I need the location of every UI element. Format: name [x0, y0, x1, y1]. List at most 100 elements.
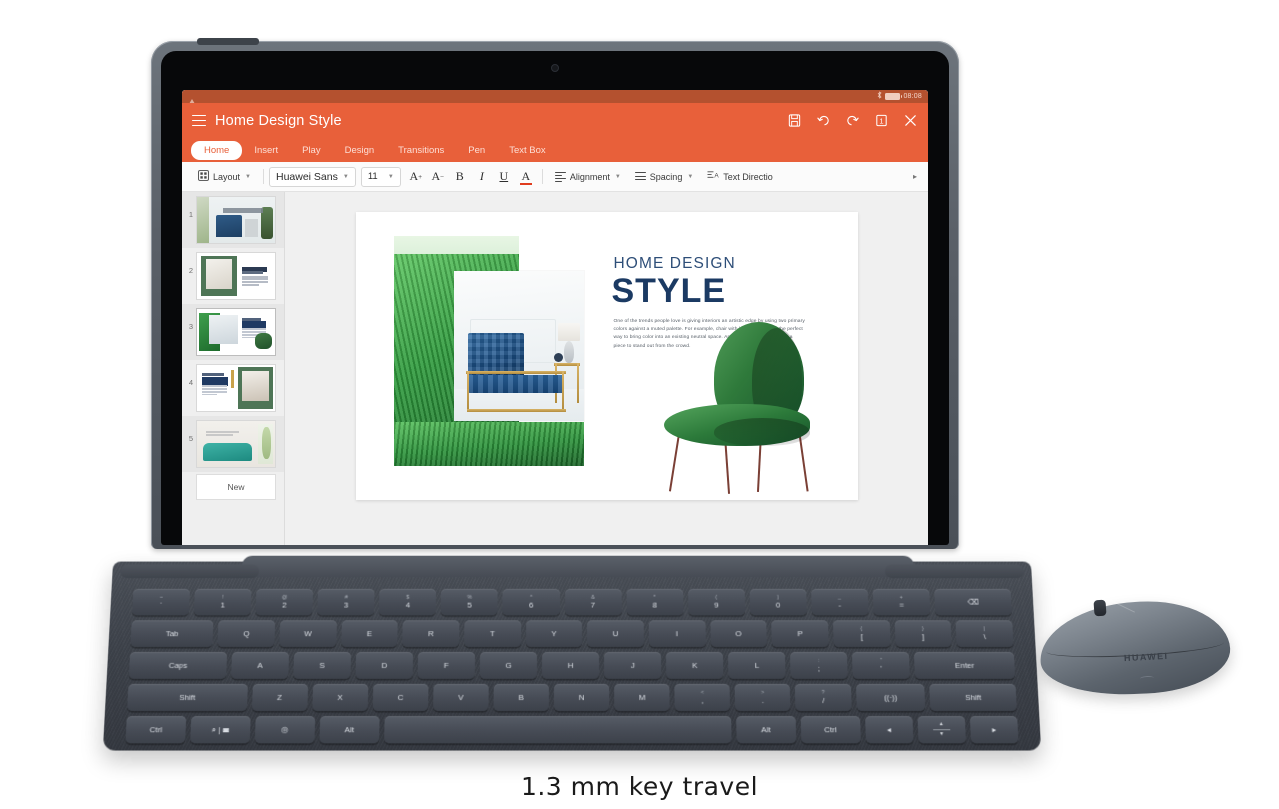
bold-button[interactable]: B: [449, 166, 471, 188]
new-slide-button[interactable]: New: [196, 474, 276, 500]
key-shift[interactable]: Shift: [127, 683, 248, 712]
undo-icon[interactable]: [816, 113, 831, 128]
key-alt[interactable]: Alt: [319, 716, 380, 744]
key-h[interactable]: H: [542, 652, 600, 679]
font-size-select[interactable]: 11 ▼: [360, 166, 401, 187]
text-direction-button[interactable]: A Text Directio: [700, 166, 780, 188]
page-number-icon[interactable]: 1: [874, 113, 889, 128]
tab-pen[interactable]: Pen: [456, 143, 497, 158]
key-o[interactable]: O: [710, 620, 768, 648]
key-space[interactable]: [383, 716, 732, 744]
list-item[interactable]: 4: [182, 360, 284, 416]
key-u[interactable]: U: [587, 620, 644, 648]
key-p[interactable]: P: [771, 620, 829, 648]
spacing-button[interactable]: Spacing ▼: [628, 166, 700, 188]
mouse-scroll-wheel[interactable]: [1093, 599, 1107, 617]
key-ctrl[interactable]: Ctrl: [125, 716, 187, 744]
key-4[interactable]: $4: [379, 588, 437, 616]
toolbar-overflow-button[interactable]: ▸: [913, 172, 919, 181]
key-g[interactable]: G: [479, 652, 538, 679]
key-n[interactable]: N: [553, 683, 610, 712]
tab-transitions[interactable]: Transitions: [386, 143, 456, 158]
key-space[interactable]: ◎: [254, 716, 315, 744]
slide-canvas-area[interactable]: HOME DESIGN STYLE One of the trends peop…: [285, 192, 928, 545]
key-8[interactable]: * 8: [626, 588, 684, 616]
key-3[interactable]: #3: [317, 588, 375, 616]
key-space[interactable]: {[: [832, 620, 891, 648]
list-item[interactable]: 2: [182, 248, 284, 304]
key-e[interactable]: E: [340, 620, 398, 648]
close-icon[interactable]: [903, 113, 918, 128]
alignment-button[interactable]: Alignment ▼: [548, 166, 628, 188]
tab-play[interactable]: Play: [290, 143, 332, 158]
hamburger-menu-icon[interactable]: [192, 114, 206, 127]
key-space[interactable]: ~ `: [132, 588, 191, 616]
key-7[interactable]: & 7: [564, 588, 622, 616]
key-w[interactable]: W: [279, 620, 337, 648]
key-space[interactable]: <,: [674, 683, 731, 712]
key-enter[interactable]: Enter: [914, 652, 1016, 679]
slide-thumbnail-5[interactable]: [196, 420, 276, 468]
font-family-select[interactable]: Huawei Sans ▼: [268, 166, 356, 187]
key-space[interactable]: _ -: [810, 588, 869, 616]
key-space[interactable]: " ': [852, 652, 911, 679]
key-1[interactable]: ! 1: [193, 588, 252, 616]
key-a[interactable]: A: [230, 652, 290, 679]
key-caps[interactable]: Caps: [128, 652, 228, 679]
key-space[interactable]: ◂: [864, 716, 914, 744]
key-space[interactable]: ? /: [795, 683, 852, 712]
tab-insert[interactable]: Insert: [242, 143, 290, 158]
key-space[interactable]: }]: [894, 620, 952, 648]
key-r[interactable]: R: [402, 620, 460, 648]
key-l[interactable]: L: [728, 652, 786, 679]
increase-font-size-button[interactable]: A +: [405, 166, 427, 188]
wireless-mouse[interactable]: HUAWEI: [1037, 592, 1233, 710]
key-b[interactable]: B: [493, 683, 549, 712]
slide-thumbnail-2[interactable]: [196, 252, 276, 300]
tab-design[interactable]: Design: [333, 143, 387, 158]
key-f[interactable]: F: [417, 652, 476, 679]
key-q[interactable]: Q: [217, 620, 276, 648]
underline-button[interactable]: U: [493, 166, 515, 188]
key-space[interactable]: ⌕ | ⌨: [190, 716, 251, 744]
active-slide[interactable]: HOME DESIGN STYLE One of the trends peop…: [355, 212, 858, 500]
key-m[interactable]: M: [614, 683, 670, 712]
key-s[interactable]: S: [293, 652, 352, 679]
layout-button[interactable]: Layout ▼: [191, 166, 258, 188]
tab-home[interactable]: Home: [191, 140, 243, 160]
slide-thumbnail-1[interactable]: [196, 196, 276, 244]
key-alt[interactable]: Alt: [735, 716, 796, 744]
key-space[interactable]: :;: [790, 652, 849, 679]
key-5[interactable]: % 5: [440, 588, 499, 616]
key-space[interactable]: ⌫: [934, 588, 1013, 616]
key-x[interactable]: X: [311, 683, 369, 712]
key-j[interactable]: J: [604, 652, 662, 679]
key-space[interactable]: ((·)): [855, 683, 926, 712]
key-space[interactable]: + =: [872, 588, 931, 616]
key-k[interactable]: K: [666, 652, 724, 679]
key-tab[interactable]: Tab: [130, 620, 214, 648]
key-ctrl[interactable]: Ctrl: [800, 716, 861, 744]
key-z[interactable]: Z: [251, 683, 308, 712]
list-item[interactable]: 3: [182, 304, 284, 360]
italic-button[interactable]: I: [471, 166, 493, 188]
key-c[interactable]: C: [372, 683, 429, 712]
keyboard-cover[interactable]: ~ `! 1 @2 #3 $4% 5 ^ 6 & 7 * 8(9) 0 _ - + = ⌫ Tab Q W E R T Y U I O P…: [102, 555, 1042, 751]
key-t[interactable]: T: [463, 620, 521, 648]
slide-thumbnail-panel[interactable]: 1 2 3 4 5 New: [182, 192, 285, 545]
key-v[interactable]: V: [432, 683, 489, 712]
key-y[interactable]: Y: [525, 620, 583, 648]
decrease-font-size-button[interactable]: A −: [427, 166, 449, 188]
tablet-power-button[interactable]: [197, 38, 259, 45]
key-space[interactable]: >.: [734, 683, 791, 712]
slide-thumbnail-4[interactable]: [196, 364, 276, 412]
key-6[interactable]: ^ 6: [502, 588, 560, 616]
tab-text-box[interactable]: Text Box: [497, 143, 557, 158]
key-updown[interactable]: ▴ ▾: [917, 716, 966, 744]
key-9[interactable]: (9: [687, 588, 745, 616]
list-item[interactable]: 1: [182, 192, 284, 248]
save-icon[interactable]: [787, 113, 802, 128]
key-0[interactable]: ) 0: [749, 588, 807, 616]
key-d[interactable]: D: [355, 652, 414, 679]
key-i[interactable]: I: [648, 620, 706, 648]
